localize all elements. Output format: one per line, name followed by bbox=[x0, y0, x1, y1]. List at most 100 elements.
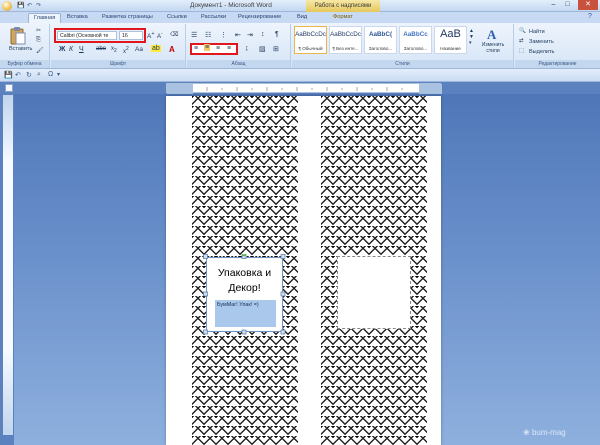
align-right-icon[interactable]: ≡ bbox=[216, 45, 220, 52]
style-preview: AaB bbox=[440, 28, 461, 40]
save-icon[interactable]: 💾 bbox=[4, 71, 13, 79]
style-heading-2[interactable]: AaBbCc Заголово... bbox=[399, 26, 432, 54]
styles-group: AaBbCcDc ¶ Обычный AaBbCcDc ¶ Без инте..… bbox=[292, 24, 514, 68]
clipboard-group-label: Буфер обмена bbox=[0, 60, 49, 68]
highlight-icon[interactable]: ab bbox=[151, 45, 161, 52]
underline-icon[interactable]: Ч bbox=[79, 46, 84, 53]
style-normal[interactable]: AaBbCcDc ¶ Обычный bbox=[294, 26, 327, 54]
tab-mailings[interactable]: Рассылки bbox=[201, 14, 226, 20]
redo-icon[interactable]: ↻ bbox=[26, 71, 32, 79]
symbol-icon[interactable]: Ω bbox=[48, 71, 53, 78]
undo-icon[interactable]: ↶ bbox=[15, 71, 21, 79]
style-no-spacing[interactable]: AaBbCcDc ¶ Без инте... bbox=[329, 26, 362, 54]
tab-insert[interactable]: Вставка bbox=[67, 14, 88, 20]
editing-group-label: Редактирование bbox=[515, 60, 600, 68]
font-highlight-box bbox=[54, 28, 146, 43]
ruler-ticks bbox=[167, 84, 442, 94]
style-heading-1[interactable]: AaBbC( Заголово... bbox=[364, 26, 397, 54]
text-box-right[interactable] bbox=[337, 256, 411, 329]
style-preview: AaBbCc bbox=[403, 31, 428, 38]
tab-page-layout[interactable]: Разметка страницы bbox=[102, 14, 153, 20]
shading-icon[interactable]: ▨ bbox=[259, 45, 266, 53]
quick-access-toolbar: 💾 ↶ ↻ ⌕ Ω ▾ bbox=[0, 69, 600, 82]
tab-home[interactable]: Главная bbox=[28, 13, 62, 23]
select-button[interactable]: Выделить bbox=[529, 49, 554, 55]
show-marks-icon[interactable]: ¶ bbox=[275, 31, 279, 38]
title-bar: 💾 ↶ ↷ Документ1 - Microsoft Word Работа … bbox=[0, 0, 600, 12]
font-color-icon[interactable]: A bbox=[169, 45, 175, 54]
style-name: Название bbox=[440, 46, 461, 51]
superscript-icon[interactable]: x2 bbox=[123, 46, 129, 55]
tab-format[interactable]: Формат bbox=[333, 14, 353, 20]
window-title: Документ1 - Microsoft Word bbox=[190, 2, 272, 9]
align-left-icon[interactable]: ≡ bbox=[194, 45, 198, 52]
document-page[interactable]: Упаковка и Декор! БумМаг! Упак! =) bbox=[166, 96, 441, 445]
italic-icon[interactable]: К bbox=[69, 46, 73, 53]
grow-font-icon[interactable]: A+ bbox=[147, 31, 155, 40]
selection-handles[interactable] bbox=[203, 254, 286, 335]
format-painter-icon[interactable]: 🖌 bbox=[36, 47, 44, 54]
editing-group: 🔍 Найти ⇄ Заменить ⬚ Выделить Редактиров… bbox=[515, 24, 600, 68]
style-name: Заголово... bbox=[403, 46, 428, 51]
context-tab-group: Работа с надписями bbox=[306, 0, 380, 12]
change-case-icon[interactable]: Aa bbox=[135, 46, 143, 53]
clear-format-icon[interactable]: ⌫ bbox=[170, 31, 178, 38]
tab-view[interactable]: Вид bbox=[297, 14, 307, 20]
undo-icon[interactable]: ↶ bbox=[27, 2, 32, 9]
styles-scroll-icon[interactable]: ▲ ▼ ▾ bbox=[469, 28, 474, 46]
close-icon[interactable]: ✕ bbox=[578, 0, 598, 10]
change-styles-icon[interactable]: A bbox=[485, 27, 501, 41]
tab-review[interactable]: Рецензирование bbox=[238, 14, 281, 20]
vertical-ruler[interactable] bbox=[3, 95, 13, 435]
style-name: ¶ Обычный bbox=[298, 46, 323, 51]
paste-button[interactable]: Вставить bbox=[9, 46, 32, 52]
maximize-icon[interactable]: □ bbox=[561, 0, 574, 10]
multilevel-list-icon[interactable]: ⋮ bbox=[220, 31, 227, 39]
subscript-icon[interactable]: x2 bbox=[111, 46, 117, 54]
paste-icon[interactable] bbox=[10, 27, 26, 45]
style-title[interactable]: AaB Название bbox=[434, 26, 467, 54]
save-icon[interactable]: 💾 bbox=[17, 2, 24, 9]
ribbon: Вставить ✂ ⎘ 🖌 Буфер обмена Calibri (Осн… bbox=[0, 23, 600, 69]
align-center-icon[interactable]: ≡ bbox=[204, 44, 211, 51]
help-icon[interactable]: ? bbox=[588, 13, 592, 20]
replace-icon[interactable]: ⇄ bbox=[519, 38, 524, 44]
print-preview-icon[interactable]: ⌕ bbox=[37, 71, 41, 79]
office-button[interactable] bbox=[2, 1, 12, 11]
font-group-label: Шрифт bbox=[51, 60, 185, 68]
find-icon[interactable]: 🔍 bbox=[519, 28, 526, 34]
paragraph-group-label: Абзац bbox=[187, 60, 290, 68]
line-spacing-icon[interactable]: ↨ bbox=[245, 45, 249, 52]
style-preview: AaBbCcDc bbox=[330, 31, 361, 38]
tab-references[interactable]: Ссылки bbox=[167, 14, 187, 20]
ribbon-tabs: Главная Вставка Разметка страницы Ссылки… bbox=[0, 12, 600, 23]
decrease-indent-icon[interactable]: ⇤ bbox=[235, 31, 241, 39]
strikethrough-icon[interactable]: abe bbox=[96, 46, 106, 52]
borders-icon[interactable]: ⊞ bbox=[273, 45, 279, 53]
copy-icon[interactable]: ⎘ bbox=[36, 37, 41, 44]
watermark-text: ❀ bum-mag bbox=[523, 428, 566, 437]
find-button[interactable]: Найти bbox=[529, 29, 545, 35]
bullets-icon[interactable]: ☰ bbox=[191, 31, 197, 39]
style-preview: AaBbC( bbox=[368, 31, 393, 38]
bold-icon[interactable]: Ж bbox=[59, 46, 65, 53]
horizontal-ruler[interactable] bbox=[166, 83, 442, 94]
style-preview: AaBbCcDc bbox=[295, 31, 326, 38]
increase-indent-icon[interactable]: ⇥ bbox=[247, 31, 253, 39]
justify-icon[interactable]: ≡ bbox=[227, 45, 231, 52]
shrink-font-icon[interactable]: A- bbox=[157, 31, 163, 40]
replace-button[interactable]: Заменить bbox=[529, 39, 554, 45]
clipboard-group: Вставить ✂ ⎘ 🖌 Буфер обмена bbox=[0, 24, 50, 68]
change-styles-button[interactable]: Изменить стили bbox=[478, 42, 508, 54]
minimize-icon[interactable]: – bbox=[547, 0, 560, 10]
select-icon[interactable]: ⬚ bbox=[519, 48, 524, 54]
tab-selector-icon[interactable] bbox=[5, 84, 13, 92]
cut-icon[interactable]: ✂ bbox=[36, 27, 41, 34]
style-name: Заголово... bbox=[368, 46, 393, 51]
sort-icon[interactable]: ↕ bbox=[261, 31, 265, 38]
numbering-icon[interactable]: ☷ bbox=[205, 31, 211, 39]
redo-icon[interactable]: ↷ bbox=[36, 2, 41, 9]
customize-qat-icon[interactable]: ▾ bbox=[57, 71, 60, 78]
paragraph-group: ☰ ☷ ⋮ ⇤ ⇥ ↕ ¶ ≡ ≡ ≡ ≡ ↨ ▨ ⊞ Абзац bbox=[187, 24, 291, 68]
word-window: 💾 ↶ ↷ Документ1 - Microsoft Word Работа … bbox=[0, 0, 600, 445]
